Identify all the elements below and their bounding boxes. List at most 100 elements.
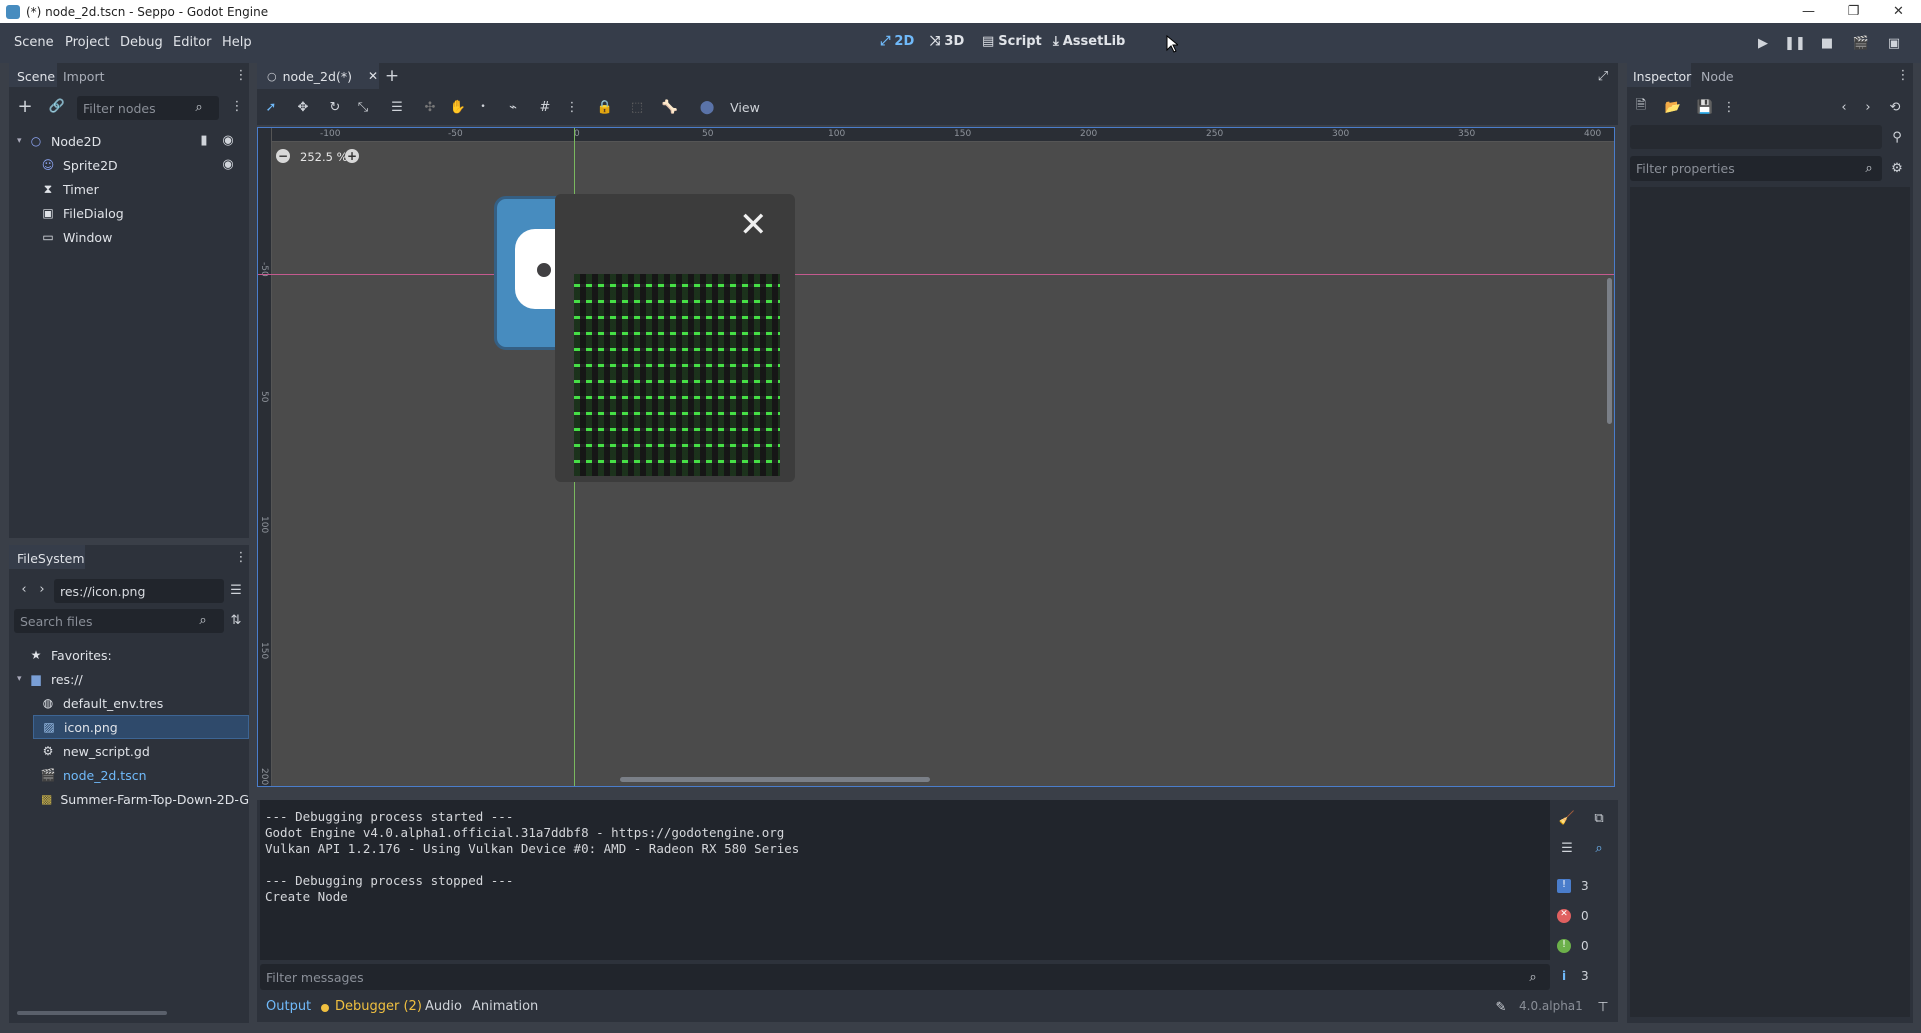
file-item-icon-png[interactable]: ▨ icon.png	[33, 715, 249, 739]
filesystem-menu-icon[interactable]: ⋮	[235, 549, 248, 565]
scene-dock-menu-icon[interactable]: ⋮	[235, 67, 248, 83]
copy-output-icon[interactable]: ⧉	[1591, 810, 1607, 826]
pan-hand-icon[interactable]: ✋	[443, 100, 473, 115]
group-icon[interactable]: ⬚	[623, 100, 651, 115]
pause-icon[interactable]: ❚❚	[1784, 33, 1806, 53]
file-item-summer-farm[interactable]: ▩ Summer-Farm-Top-Down-2D-Gai	[9, 787, 249, 811]
list-select-icon[interactable]: ☰	[377, 100, 417, 115]
new-resource-icon[interactable]: 🗎	[1633, 98, 1649, 115]
viewport-vertical-scrollbar[interactable]	[1607, 278, 1612, 424]
tab-scene[interactable]: Scene	[9, 63, 57, 87]
viewport-horizontal-scrollbar[interactable]	[620, 777, 930, 782]
tab-node[interactable]: Node	[1701, 63, 1734, 87]
menu-project[interactable]: Project	[65, 35, 109, 50]
workspace-3d-button[interactable]: ⤨ 3D	[930, 34, 964, 49]
tab-import[interactable]: Import	[63, 63, 105, 87]
filesystem-scrollbar[interactable]	[17, 1011, 167, 1015]
warning-count-toggle[interactable]: ! 0	[1557, 939, 1589, 953]
object-menu-icon[interactable]: ⚲	[1889, 129, 1905, 145]
zoom-out-icon[interactable]: −	[276, 149, 290, 163]
play-icon[interactable]: ▶	[1753, 33, 1773, 53]
history-back-icon[interactable]: ‹	[1837, 99, 1851, 115]
workspace-2d-button[interactable]: ⤢ 2D	[880, 34, 914, 49]
search-files-input[interactable]: Search files	[14, 609, 224, 633]
sort-icon[interactable]: ⇅	[227, 612, 245, 628]
workspace-assetlib-button[interactable]: ⤓ AssetLib	[1053, 34, 1125, 49]
resource-options-icon[interactable]: ⋮	[1723, 99, 1736, 115]
visibility-eye-icon[interactable]: ◉	[221, 157, 235, 172]
inspector-options-icon[interactable]: ⚙	[1889, 160, 1905, 176]
clear-output-icon[interactable]: 🧹	[1559, 810, 1575, 826]
smart-snap-icon[interactable]: ⌁	[493, 100, 533, 115]
scene-tree-node-node2d[interactable]: ▾ ○ Node2D ▮ ◉	[9, 129, 249, 153]
grid-snap-icon[interactable]: #	[533, 100, 557, 115]
rotate-mode-icon[interactable]: ↻	[321, 100, 349, 115]
window-close-icon[interactable]: ✕	[739, 208, 768, 242]
list-view-icon[interactable]: ☰	[227, 581, 245, 599]
tab-filesystem[interactable]: FileSystem	[9, 545, 85, 569]
lock-icon[interactable]: 🔒	[587, 100, 623, 115]
res-root-item[interactable]: ▾ ▆ res://	[9, 667, 249, 691]
select-mode-icon[interactable]: ➚	[257, 100, 285, 115]
scene-tree-node-timer[interactable]: ⧗ Timer	[9, 177, 249, 201]
search-icon[interactable]: ⌕	[1591, 840, 1607, 856]
maximize-button[interactable]: ❐	[1831, 0, 1876, 23]
workspace-script-button[interactable]: ▤ Script	[982, 34, 1042, 49]
close-window-button[interactable]: ✕	[1876, 0, 1921, 23]
update-spinner-icon[interactable]: ✎	[1493, 999, 1509, 1015]
visibility-eye-icon[interactable]: ◉	[221, 133, 235, 148]
tab-debugger[interactable]: Debugger (2)	[335, 999, 422, 1014]
close-tab-icon[interactable]: ✕	[368, 69, 378, 83]
filter-messages-input[interactable]: Filter messages	[260, 964, 1550, 990]
scene-tab-node2d[interactable]: ○ node_2d(*) ✕	[257, 63, 379, 89]
scene-tree-options-icon[interactable]: ⋮	[231, 98, 244, 114]
save-resource-icon[interactable]: 💾	[1697, 99, 1713, 115]
window-node-preview[interactable]: ✕	[555, 194, 795, 482]
menu-editor[interactable]: Editor	[173, 35, 211, 50]
minimize-button[interactable]: —	[1786, 0, 1831, 23]
favorites-item[interactable]: ★ Favorites:	[9, 643, 249, 667]
ruler-icon[interactable]: •	[473, 102, 493, 112]
distraction-free-icon[interactable]: ⤢	[1595, 68, 1611, 84]
tab-animation[interactable]: Animation	[472, 999, 538, 1014]
stop-icon[interactable]: ■	[1817, 33, 1837, 53]
tab-inspector[interactable]: Inspector	[1627, 63, 1691, 87]
tab-audio[interactable]: Audio	[425, 999, 462, 1014]
collapse-arrow-icon[interactable]: ▾	[17, 136, 29, 146]
open-resource-icon[interactable]: 📂	[1665, 99, 1681, 115]
snap-options-icon[interactable]: ⋮	[557, 100, 587, 115]
error-count-toggle[interactable]: ✕ 0	[1557, 909, 1589, 923]
scene-tree-node-sprite2d[interactable]: ☺ Sprite2D ◉	[9, 153, 249, 177]
zoom-level[interactable]: 252.5 %	[300, 150, 348, 164]
message-count-toggle[interactable]: ! 3	[1557, 879, 1589, 893]
path-field[interactable]: res://icon.png	[54, 579, 224, 603]
file-item-new-script[interactable]: ⚙ new_script.gd	[9, 739, 249, 763]
collapse-arrow-icon[interactable]: ▾	[17, 674, 29, 684]
view-menu[interactable]: View	[725, 100, 765, 115]
file-item-node-2d-scene[interactable]: 🎬 node_2d.tscn	[9, 763, 249, 787]
expand-panel-icon[interactable]: ⊤	[1595, 999, 1611, 1015]
file-item-default-env[interactable]: ◍ default_env.tres	[9, 691, 249, 715]
object-history-icon[interactable]: ⟲	[1887, 99, 1903, 115]
history-forward-icon[interactable]: ›	[1861, 99, 1875, 115]
pivot-icon[interactable]: ✣	[417, 100, 443, 115]
scene-tree-node-window[interactable]: ▭ Window	[9, 225, 249, 249]
menu-help[interactable]: Help	[222, 35, 252, 50]
attach-script-icon[interactable]: ▮	[197, 133, 211, 148]
scene-tree-node-filedialog[interactable]: ▣ FileDialog	[9, 201, 249, 225]
move-mode-icon[interactable]: ✥	[285, 100, 321, 115]
collapse-duplicates-icon[interactable]: ☰	[1559, 840, 1575, 856]
add-scene-tab-icon[interactable]: +	[383, 66, 401, 86]
bone-icon[interactable]: 🦴	[651, 100, 689, 115]
back-arrow-icon[interactable]: ‹	[17, 581, 31, 597]
zoom-in-icon[interactable]: +	[345, 149, 359, 163]
filter-properties-input[interactable]: Filter properties	[1630, 156, 1882, 181]
instance-link-icon[interactable]: 🔗	[49, 98, 65, 114]
menu-debug[interactable]: Debug	[120, 35, 163, 50]
play-scene-icon[interactable]: 🎬	[1851, 33, 1871, 53]
menu-scene[interactable]: Scene	[14, 35, 54, 50]
play-custom-scene-icon[interactable]: ▣	[1884, 33, 1904, 53]
2d-viewport[interactable]: -100 -50 0 50 100 150 200 250 300 350 40…	[257, 127, 1615, 787]
forward-arrow-icon[interactable]: ›	[35, 581, 49, 597]
info-count-toggle[interactable]: i 3	[1557, 969, 1589, 983]
